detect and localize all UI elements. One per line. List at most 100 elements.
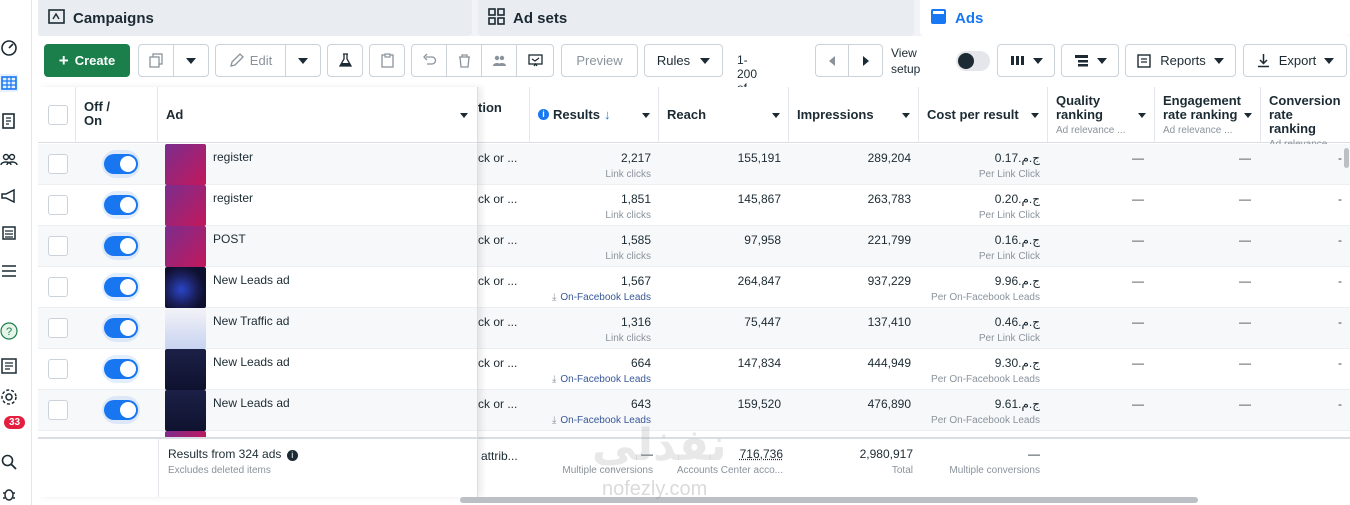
table-row[interactable]: New Leads ad <box>38 349 477 390</box>
pages-icon[interactable] <box>0 112 18 130</box>
ad-thumbnail[interactable] <box>165 185 206 226</box>
cost-type: Per Link Click <box>978 333 1040 344</box>
table-row[interactable]: register <box>38 185 477 226</box>
table-row[interactable]: register <box>38 144 477 185</box>
select-all-checkbox[interactable] <box>48 105 68 125</box>
results-type-link[interactable]: ⤓ On-Facebook Leads <box>530 292 651 303</box>
ad-status-toggle[interactable] <box>102 232 140 260</box>
ad-name-link[interactable]: New Leads ad <box>213 273 290 287</box>
ab-test-button[interactable] <box>327 44 363 77</box>
ad-name-column-header[interactable]: Ad <box>158 87 477 143</box>
export-button[interactable]: Export <box>1243 44 1347 77</box>
tab-ads[interactable]: Ads <box>920 0 1350 36</box>
table-row[interactable]: New Leads ad <box>38 267 477 308</box>
dashboard-icon[interactable] <box>0 38 18 56</box>
tab-adsets[interactable]: Ad sets <box>478 0 914 36</box>
ad-thumbnail[interactable] <box>165 267 206 308</box>
footer-title: Results from 324 ads <box>168 447 282 461</box>
ad-thumbnail[interactable] <box>165 144 206 185</box>
engagement-header-line1: Engagement <box>1163 93 1242 108</box>
clipboard-button[interactable] <box>369 44 405 77</box>
ad-name-link[interactable]: New Leads ad <box>213 355 290 369</box>
ad-status-toggle[interactable] <box>102 150 140 178</box>
ad-thumbnail[interactable] <box>165 226 206 267</box>
notes-icon[interactable] <box>0 357 18 375</box>
audiences-icon[interactable] <box>0 150 18 168</box>
audience-button[interactable] <box>481 44 517 77</box>
row-checkbox[interactable] <box>48 318 68 338</box>
megaphone-icon[interactable] <box>0 187 18 205</box>
search-icon[interactable] <box>0 453 18 471</box>
results-cell: 2,217 Link clicks <box>530 144 659 185</box>
ad-status-toggle[interactable] <box>102 314 140 342</box>
rules-button[interactable]: Rules <box>644 44 723 77</box>
cost-per-result-column-header[interactable]: Cost per result <box>919 87 1048 143</box>
row-checkbox[interactable] <box>48 359 68 379</box>
notifications-badge[interactable]: 33 <box>3 415 27 430</box>
reach-column-header[interactable]: Reach <box>659 87 789 143</box>
edit-dropdown-button[interactable] <box>285 44 321 77</box>
delete-button[interactable] <box>446 44 482 77</box>
bug-report-icon[interactable] <box>0 485 18 503</box>
chevron-down-icon <box>902 113 910 118</box>
previous-page-button[interactable] <box>815 44 849 77</box>
ad-status-toggle[interactable] <box>102 273 140 301</box>
ad-name-link[interactable]: register <box>213 150 253 164</box>
row-checkbox[interactable] <box>48 154 68 174</box>
duplicate-button[interactable] <box>138 44 174 77</box>
table-row[interactable]: POST <box>38 226 477 267</box>
create-button[interactable]: + Create <box>44 44 130 77</box>
table-row[interactable]: New Leads ad <box>38 390 477 431</box>
view-setup-label[interactable]: View setup <box>891 45 920 77</box>
undo-button[interactable] <box>411 44 447 77</box>
edit-button[interactable]: Edit <box>215 44 286 77</box>
ad-thumbnail[interactable] <box>165 390 206 431</box>
columns-icon <box>1010 56 1024 65</box>
tab-campaigns[interactable]: Campaigns <box>38 0 472 36</box>
ads-manager-table-icon[interactable] <box>0 74 18 92</box>
next-page-button[interactable] <box>848 44 883 77</box>
engagement-ranking-column-header[interactable]: Engagement rate ranking Ad relevance ... <box>1155 87 1261 143</box>
ad-name-link[interactable]: New Leads ad <box>213 396 290 410</box>
ad-status-toggle[interactable] <box>102 191 140 219</box>
results-cell: 1,316 Link clicks <box>530 308 659 349</box>
ad-name-link[interactable]: New Traffic ad <box>213 314 289 328</box>
row-checkbox[interactable] <box>48 195 68 215</box>
menu-icon[interactable] <box>0 262 18 280</box>
horizontal-scrollbar[interactable] <box>460 497 1198 503</box>
table-row[interactable]: New Traffic ad <box>38 308 477 349</box>
ad-status-toggle[interactable] <box>102 396 140 424</box>
ad-thumbnail[interactable] <box>165 308 206 349</box>
conversion-header-line2: rate ranking <box>1269 107 1316 136</box>
row-checkbox[interactable] <box>48 277 68 297</box>
ad-name-link[interactable]: POST <box>213 232 246 246</box>
results-type-link[interactable]: ⤓ On-Facebook Leads <box>530 374 651 385</box>
preview-icon-button[interactable] <box>516 44 554 77</box>
ad-name-link[interactable]: register <box>213 191 253 205</box>
duplicate-dropdown-button[interactable] <box>173 44 209 77</box>
attribution-column-header[interactable]: tion <box>478 87 530 143</box>
reports-icon <box>1137 54 1151 68</box>
billing-icon[interactable] <box>0 224 18 242</box>
preview-button[interactable]: Preview <box>561 44 638 77</box>
info-icon[interactable]: i <box>286 450 298 461</box>
view-setup-toggle[interactable] <box>956 51 990 71</box>
row-checkbox[interactable] <box>48 236 68 256</box>
columns-button[interactable] <box>997 44 1055 77</box>
footer-attribution: attrib... <box>481 449 518 463</box>
ad-status-toggle[interactable] <box>102 355 140 383</box>
ad-thumbnail[interactable] <box>165 349 206 390</box>
row-checkbox[interactable] <box>48 400 68 420</box>
reports-button[interactable]: Reports <box>1125 44 1236 77</box>
results-column-header[interactable]: i Results ↓ <box>530 87 659 143</box>
vertical-scrollbar[interactable] <box>1344 148 1349 168</box>
conversion-ranking-column-header[interactable]: Conversion rate ranking Ad relevance ... <box>1261 87 1350 150</box>
quality-ranking-cell: — <box>1132 397 1144 411</box>
help-icon[interactable]: ? <box>0 322 18 340</box>
results-value: 1,316 <box>620 315 651 329</box>
level-tabs: Campaigns Ad sets Ads <box>38 0 1350 36</box>
impressions-column-header[interactable]: Impressions <box>789 87 919 143</box>
settings-gear-icon[interactable] <box>0 388 18 406</box>
breakdown-button[interactable] <box>1061 44 1119 77</box>
quality-ranking-column-header[interactable]: Quality ranking Ad relevance ... <box>1048 87 1155 143</box>
